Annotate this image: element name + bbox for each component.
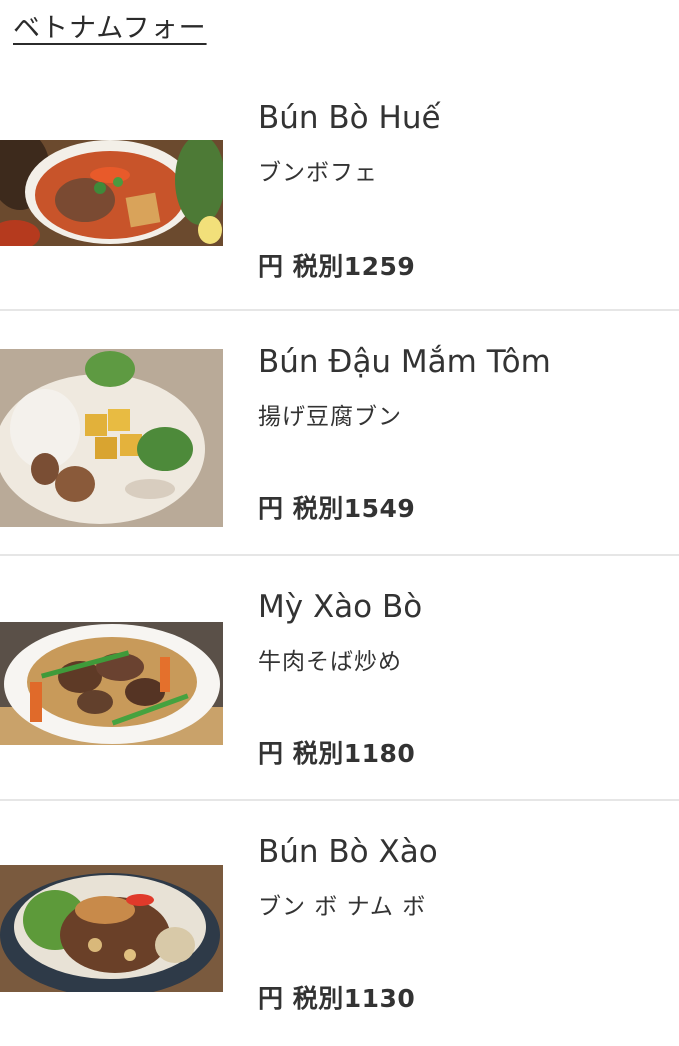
menu-item[interactable]: Bún Bò Huế ブンボフェ 円 税別1259 [0,70,679,315]
currency-label: 円 [258,739,284,768]
item-subtitle: ブンボフェ [258,160,378,186]
item-price: 円 税別1259 [258,247,415,283]
category-title: ベトナムフォー [13,13,207,44]
tax-label: 税別 [292,252,344,281]
bun-bo-xao-photo [0,865,223,992]
price-value: 1130 [343,984,416,1013]
bun-bo-hue-photo [0,140,223,246]
item-price: 円 税別1180 [258,734,415,770]
bun-dau-mam-tom-photo [0,349,223,527]
my-xao-bo-photo [0,622,223,745]
tax-label: 税別 [292,494,344,523]
item-subtitle: ブン ボ ナム ボ [258,894,427,920]
price-value: 1549 [343,494,416,523]
menu-item[interactable]: Mỳ Xào Bò 牛肉そば炒め 円 税別1180 [0,556,679,801]
tax-label: 税別 [292,739,344,768]
currency-label: 円 [258,984,284,1013]
item-subtitle: 牛肉そば炒め [258,649,402,675]
menu-item[interactable]: Bún Đậu Mắm Tôm 揚げ豆腐ブン 円 税別1549 [0,311,679,556]
price-value: 1259 [343,252,416,281]
currency-label: 円 [258,252,284,281]
tax-label: 税別 [292,984,344,1013]
menu-item[interactable]: Bún Bò Xào ブン ボ ナム ボ 円 税別1130 [0,801,679,1046]
item-name: Bún Bò Huế [258,100,441,136]
price-value: 1180 [343,739,416,768]
item-subtitle: 揚げ豆腐ブン [258,404,402,430]
currency-label: 円 [258,494,284,523]
item-name: Bún Bò Xào [258,834,438,870]
item-price: 円 税別1549 [258,489,415,525]
item-price: 円 税別1130 [258,979,415,1015]
item-name: Mỳ Xào Bò [258,589,423,625]
item-name: Bún Đậu Mắm Tôm [258,344,551,380]
